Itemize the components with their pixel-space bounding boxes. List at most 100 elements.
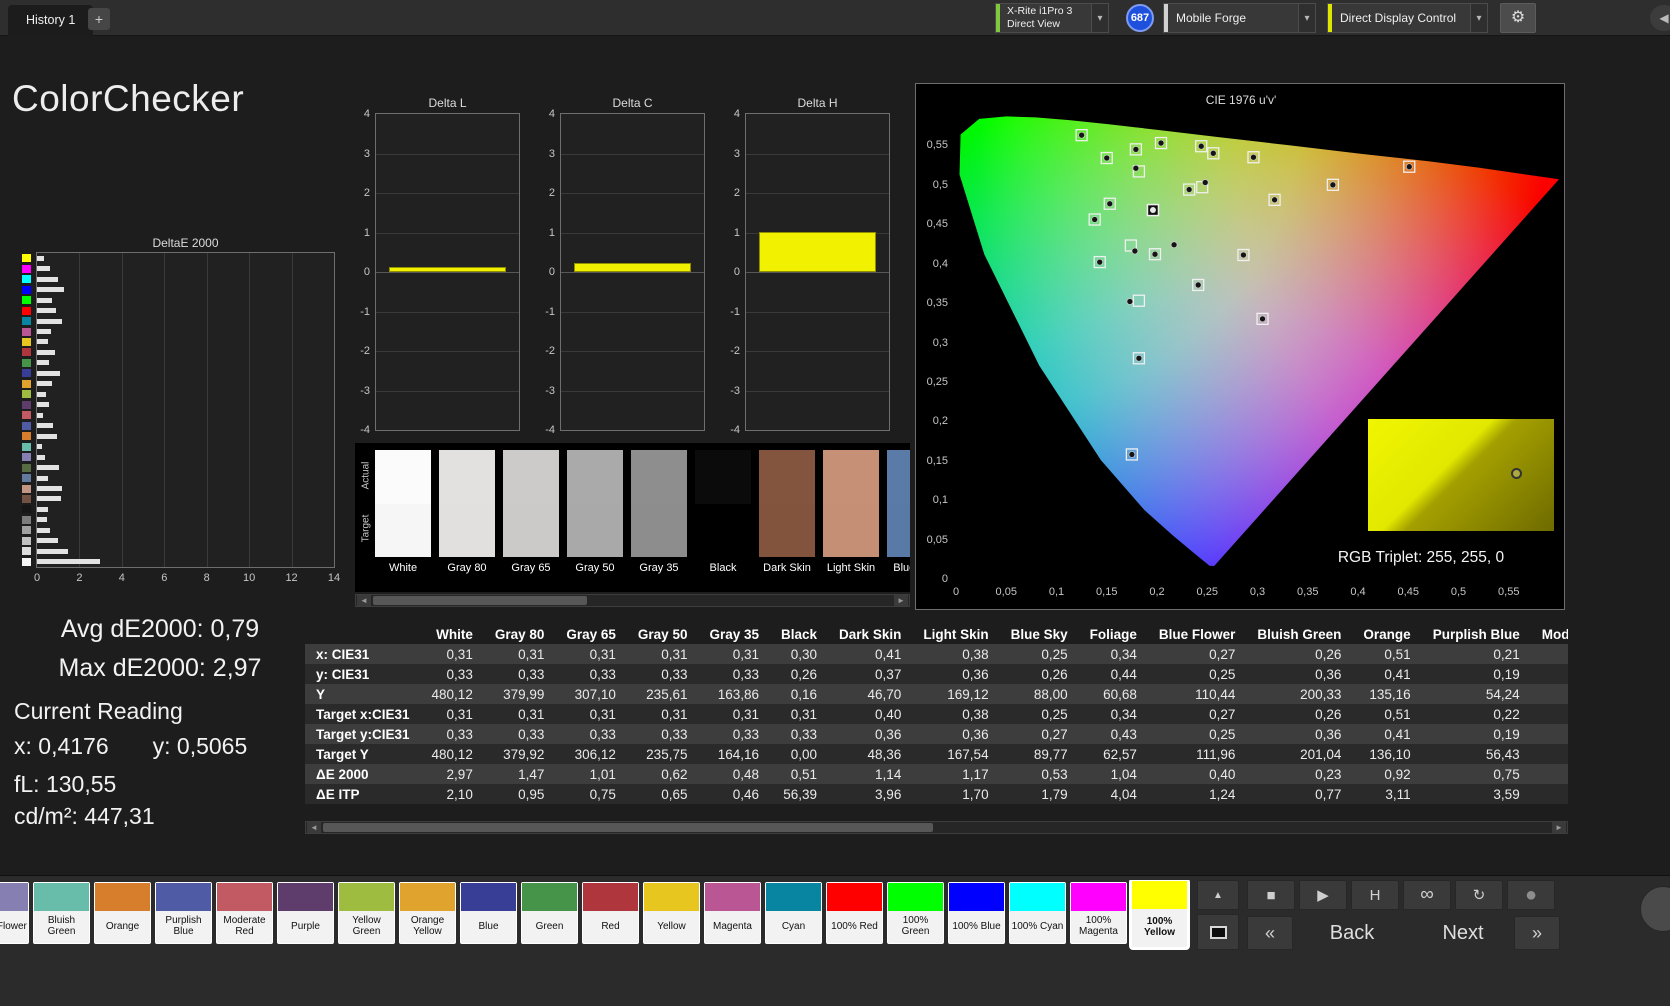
- patch-button-label: 100% Blue: [952, 920, 1001, 932]
- measured-marker: [1126, 298, 1134, 305]
- column-header: Blue Flower: [1158, 626, 1236, 642]
- stop-button[interactable]: ■: [1247, 880, 1295, 910]
- patch-button-100-yellow[interactable]: 100% Yellow: [1131, 880, 1188, 948]
- record-button[interactable]: ●: [1507, 880, 1555, 910]
- y-tick-label: -2: [360, 345, 370, 357]
- x-tick-label: 2: [76, 572, 83, 584]
- settings-gear-icon[interactable]: ⚙: [1500, 3, 1536, 33]
- y-tick-label: -1: [730, 305, 740, 318]
- scroll-left-icon[interactable]: ◄: [307, 822, 321, 833]
- cell: 0,25: [1209, 726, 1236, 742]
- strip-scrollbar[interactable]: ◄ ►: [355, 594, 910, 607]
- column-header: Light Skin: [923, 626, 989, 642]
- cell: 46,70: [867, 686, 902, 702]
- pattern-source-dropdown[interactable]: Mobile Forge ▾: [1163, 3, 1316, 33]
- results-table-wrap: White Gray 80 Gray 65 Gray 50 Gray 35 Black Da…: [305, 624, 1568, 821]
- chevron-down-icon[interactable]: ▾: [1298, 4, 1315, 32]
- meter-dropdown[interactable]: X-Rite i1Pro 3 Direct View ▾: [995, 3, 1109, 33]
- patch-button-cyan[interactable]: Cyan: [765, 882, 822, 944]
- expand-up-icon[interactable]: ▲: [1197, 880, 1239, 910]
- patch-color-swatch: [644, 883, 699, 911]
- patch-button-100-red[interactable]: 100% Red: [826, 882, 883, 944]
- chevron-down-icon[interactable]: ▾: [1470, 4, 1487, 32]
- workflow-dropdown[interactable]: Direct Display Control ▾: [1327, 3, 1488, 33]
- scroll-left-icon[interactable]: ◄: [357, 595, 371, 606]
- measured-marker: [1135, 354, 1143, 362]
- collapse-panel-icon[interactable]: ◀: [1650, 5, 1670, 31]
- patch-button-label: 100% Cyan: [1011, 920, 1064, 932]
- patch-button-blue-flower[interactable]: Blue Flower: [0, 882, 29, 944]
- back-chevrons-button[interactable]: «: [1247, 916, 1293, 950]
- patch-button-100-green[interactable]: 100% Green: [887, 882, 944, 944]
- table-scrollbar-thumb[interactable]: [323, 823, 933, 832]
- deltae-bar: [37, 496, 62, 502]
- patch-button-purple[interactable]: Purple: [277, 882, 334, 944]
- refresh-button[interactable]: ↻: [1455, 880, 1503, 910]
- patch-button-magenta[interactable]: Magenta: [704, 882, 761, 944]
- y-tick-label: 3: [733, 147, 740, 160]
- cell: 306,12: [574, 746, 616, 762]
- patch-button-label: Orange Yellow: [410, 915, 445, 937]
- patch-button-moderate-red[interactable]: Moderate Red: [216, 882, 273, 944]
- patch-button-label: Purple: [291, 920, 320, 932]
- x-tick-label: 12: [285, 572, 298, 584]
- cell: 88,00: [1033, 686, 1068, 702]
- play-button[interactable]: ▶: [1299, 880, 1347, 910]
- row-label: y: CIE31: [316, 666, 370, 682]
- cell: 307,10: [574, 686, 616, 702]
- patch-color-swatch: [400, 883, 455, 911]
- cie-x-tick: 0,5: [1450, 586, 1467, 598]
- measured-marker: [1157, 139, 1165, 147]
- scroll-right-icon[interactable]: ►: [1552, 822, 1566, 833]
- back-button[interactable]: Back: [1300, 916, 1404, 950]
- patch-button-100-magenta[interactable]: 100% Magenta: [1070, 882, 1127, 944]
- cell: 89,77: [1033, 746, 1068, 762]
- cell: 0,31: [589, 646, 616, 662]
- table-row: ΔE ITP 2,10 0,95 0,75 0,65 0,46 56,39 3,96 1,70 1…: [305, 784, 1568, 804]
- cell: 89,66: [1531, 744, 1568, 764]
- continuous-button[interactable]: ∞: [1403, 880, 1451, 910]
- gridline: [164, 253, 166, 567]
- cell: 1,79: [1041, 786, 1068, 802]
- patch-swatch: [22, 254, 31, 263]
- patch-button-blue[interactable]: Blue: [460, 882, 517, 944]
- patch-button-orange-yellow[interactable]: Orange Yellow: [399, 882, 456, 944]
- gridline: [561, 232, 704, 234]
- patch-color-swatch: [949, 883, 1004, 911]
- patch-swatch: [22, 306, 31, 315]
- cell: 0,41: [1384, 666, 1411, 682]
- patch-button-green[interactable]: Green: [521, 882, 578, 944]
- patch-button-purplish-blue[interactable]: Purplish Blue: [155, 882, 212, 944]
- add-tab-button[interactable]: +: [88, 8, 110, 30]
- strip-scrollbar-thumb[interactable]: [373, 596, 587, 605]
- patch-button-label: Orange: [105, 920, 140, 932]
- chevron-down-icon[interactable]: ▾: [1091, 4, 1108, 32]
- patch-button-yellow-green[interactable]: Yellow Green: [338, 882, 395, 944]
- next-chevrons-button[interactable]: »: [1514, 916, 1560, 950]
- pattern-window-button[interactable]: [1197, 914, 1239, 950]
- patch-button-yellow[interactable]: Yellow: [643, 882, 700, 944]
- patch-button-100-blue[interactable]: 100% Blue: [948, 882, 1005, 944]
- hold-button[interactable]: H: [1351, 880, 1399, 910]
- patch-swatch: [22, 557, 31, 566]
- patch-button-red[interactable]: Red: [582, 882, 639, 944]
- patch-swatch: [22, 379, 31, 388]
- patch-button-100-cyan[interactable]: 100% Cyan: [1009, 882, 1066, 944]
- wheel-button[interactable]: [1640, 886, 1670, 932]
- cell: 0,22: [1493, 706, 1520, 722]
- table-scrollbar[interactable]: ◄ ►: [305, 821, 1568, 834]
- patch-color-swatch: [34, 883, 89, 911]
- target-swatch: [503, 504, 559, 557]
- cell: 135,16: [1369, 686, 1411, 702]
- scroll-right-icon[interactable]: ►: [894, 595, 908, 606]
- patch-button-row: Blue Flower Bluish Green Orange Purplish Bl…: [0, 880, 1195, 952]
- patch-button-bluish-green[interactable]: Bluish Green: [33, 882, 90, 944]
- next-button[interactable]: Next: [1418, 916, 1508, 950]
- patch-label: Blue Sky: [893, 562, 910, 574]
- deltae-bar: [37, 276, 58, 282]
- column-header: Black: [781, 626, 818, 642]
- history-tab[interactable]: History 1: [8, 5, 94, 36]
- deltae-bar: [37, 506, 48, 512]
- patch-button-orange[interactable]: Orange: [94, 882, 151, 944]
- cell: 0,31: [446, 646, 473, 662]
